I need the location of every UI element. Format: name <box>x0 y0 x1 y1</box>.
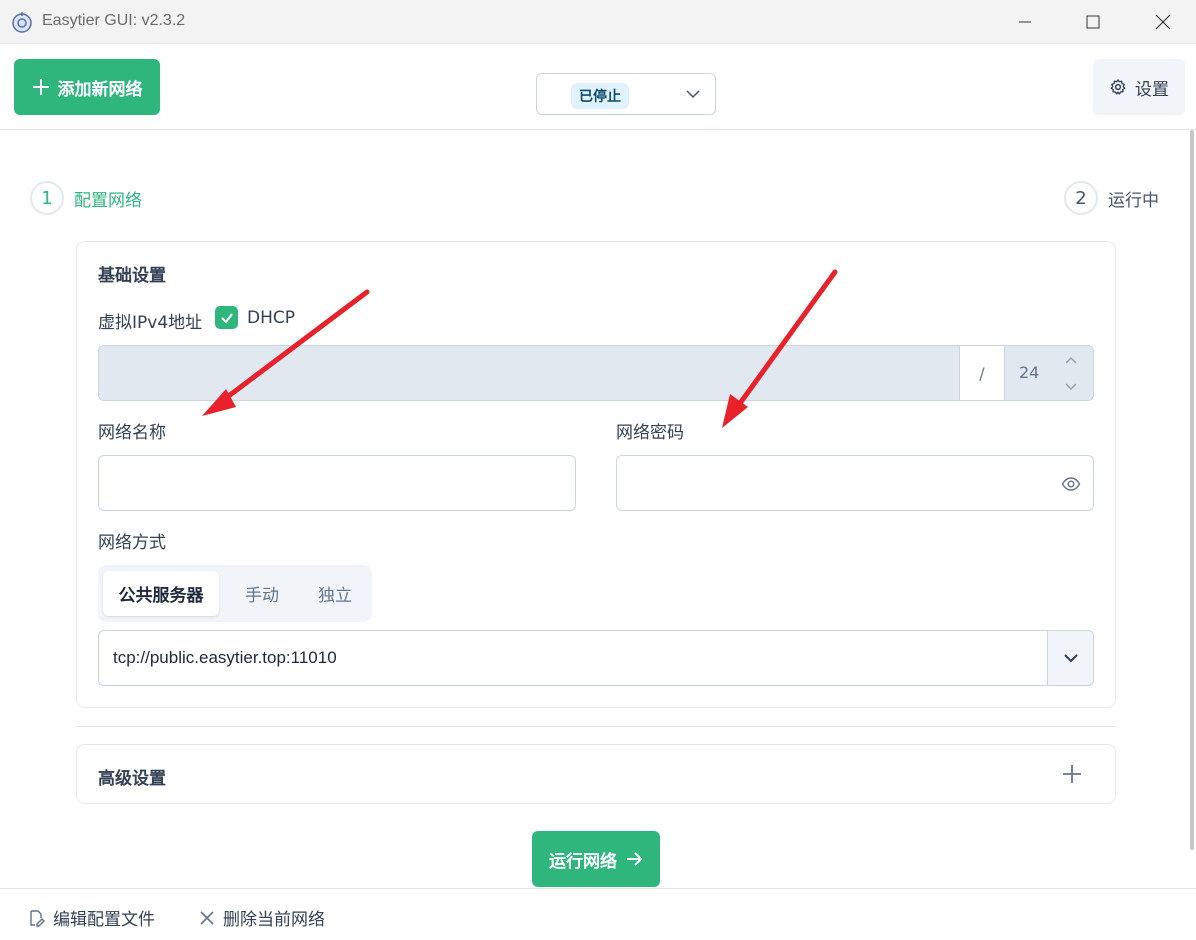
delete-network-label: 删除当前网络 <box>223 910 325 930</box>
x-icon <box>200 910 214 925</box>
network-name-label: 网络名称 <box>98 423 166 443</box>
plus-icon <box>32 79 49 95</box>
divider <box>76 726 1116 727</box>
edit-file-icon <box>30 909 45 927</box>
close-icon <box>1155 14 1171 30</box>
check-icon <box>220 312 233 324</box>
edit-config-button[interactable]: 编辑配置文件 <box>27 905 155 930</box>
add-network-button[interactable]: 添加新网络 <box>14 59 160 115</box>
chevron-up-icon[interactable] <box>1063 353 1079 369</box>
network-name-input[interactable] <box>98 455 576 511</box>
gear-icon <box>1110 79 1126 95</box>
network-secret-input[interactable] <box>616 455 1094 511</box>
minimize-icon <box>1019 21 1031 23</box>
minimize-button[interactable] <box>990 0 1060 44</box>
app-logo-icon <box>12 12 32 33</box>
add-network-label: 添加新网络 <box>57 79 143 100</box>
window-title: Easytier GUI: v2.3.2 <box>42 12 186 29</box>
run-network-button[interactable]: 运行网络 <box>532 831 660 887</box>
mode-manual[interactable]: 手动 <box>227 571 297 616</box>
public-server-select[interactable]: tcp://public.easytier.top:11010 <box>98 630 1094 686</box>
cidr-slash: / <box>959 346 1005 400</box>
basic-settings-card: 基础设置 虚拟IPv4地址 DHCP / 24 网络名称 网络密码 网络方式 公… <box>76 241 1116 708</box>
toolbar: 添加新网络 已停止 设置 <box>0 44 1196 130</box>
step-label: 配置网络 <box>74 190 142 211</box>
title-bar: Easytier GUI: v2.3.2 <box>0 0 1196 44</box>
scrollbar[interactable] <box>1190 130 1194 850</box>
public-server-value: tcp://public.easytier.top:11010 <box>113 648 337 667</box>
ipv4-input-group: / 24 <box>98 345 1094 401</box>
step-number: 2 <box>1064 181 1098 215</box>
settings-label: 设置 <box>1135 79 1169 100</box>
advanced-settings-panel[interactable]: 高级设置 <box>76 744 1116 804</box>
plus-icon[interactable] <box>1061 763 1083 785</box>
maximize-button[interactable] <box>1058 0 1128 44</box>
arrow-right-icon <box>627 852 643 866</box>
step-running[interactable]: 2 运行中 <box>1064 181 1159 215</box>
dhcp-label: DHCP <box>247 308 295 328</box>
netmask-value: 24 <box>1019 363 1040 382</box>
mode-standalone[interactable]: 独立 <box>300 571 370 616</box>
step-number: 1 <box>30 181 64 215</box>
maximize-icon <box>1086 15 1100 29</box>
chevron-down-icon <box>686 90 700 99</box>
network-secret-label: 网络密码 <box>616 423 684 443</box>
status-badge: 已停止 <box>571 83 629 109</box>
network-mode-selector: 公共服务器 手动 独立 <box>98 565 372 622</box>
card-title: 基础设置 <box>98 266 166 286</box>
server-dropdown-toggle[interactable] <box>1047 631 1093 685</box>
ipv4-label: 虚拟IPv4地址 <box>98 313 203 333</box>
ipv4-address-input[interactable] <box>99 346 959 400</box>
settings-button[interactable]: 设置 <box>1093 59 1185 115</box>
edit-config-label: 编辑配置文件 <box>53 910 155 930</box>
delete-network-button[interactable]: 删除当前网络 <box>199 905 325 930</box>
run-network-label: 运行网络 <box>549 851 617 872</box>
step-label: 运行中 <box>1108 190 1159 211</box>
chevron-down-icon <box>1063 654 1078 663</box>
network-status-select[interactable]: 已停止 <box>536 73 716 115</box>
chevron-down-icon[interactable] <box>1063 378 1079 394</box>
dhcp-checkbox[interactable] <box>215 306 238 329</box>
footer-bar: 编辑配置文件 删除当前网络 <box>0 888 1196 940</box>
eye-icon[interactable] <box>1061 474 1081 494</box>
mode-public-server[interactable]: 公共服务器 <box>103 571 219 616</box>
network-mode-label: 网络方式 <box>98 533 166 553</box>
close-window-button[interactable] <box>1128 0 1196 44</box>
netmask-input[interactable]: 24 <box>1005 346 1093 400</box>
advanced-settings-title: 高级设置 <box>98 769 166 789</box>
step-configure[interactable]: 1 配置网络 <box>30 181 142 215</box>
